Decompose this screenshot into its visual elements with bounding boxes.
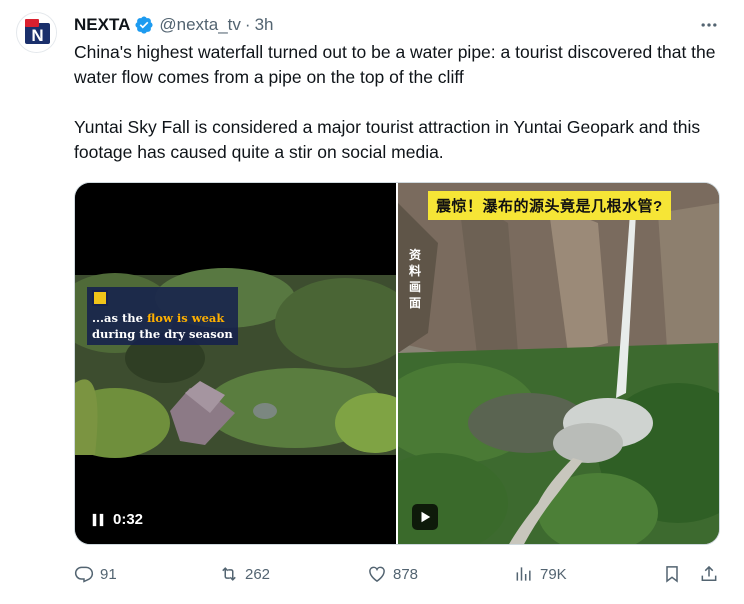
video-left[interactable]: ...as the flow is weak during the dry se… (75, 183, 396, 544)
avatar-letter: N (31, 26, 43, 45)
repost-button[interactable]: 262 (219, 560, 270, 588)
separator-dot: · (244, 15, 251, 34)
video-duration: 0:32 (113, 511, 144, 528)
reply-icon (74, 566, 94, 583)
views-count: 79K (540, 565, 567, 583)
share-icon (701, 565, 717, 581)
nexta-logo-icon: N (17, 13, 56, 52)
repost-icon (222, 567, 236, 581)
caption-line-1-highlight: flow is weak (146, 311, 225, 325)
tweet-header: NEXTA @nexta_tv · 3h (74, 14, 273, 36)
like-count: 878 (393, 565, 419, 583)
play-button[interactable] (412, 504, 438, 530)
caption-logo-icon (92, 290, 108, 306)
verified-badge-icon[interactable] (134, 15, 154, 35)
reply-count: 91 (100, 565, 117, 583)
media-grid: ...as the flow is weak during the dry se… (74, 182, 720, 545)
bookmark-button[interactable] (662, 560, 682, 588)
views-button[interactable]: 79K (514, 560, 567, 588)
chinese-side-label: 资料画面 (408, 248, 421, 310)
timestamp[interactable]: 3h (255, 15, 274, 35)
more-options-button[interactable] (694, 10, 724, 40)
reply-button[interactable]: 91 (74, 560, 117, 588)
video-left-frame (75, 183, 396, 544)
tweet-paragraph-2: Yuntai Sky Fall is considered a major to… (74, 117, 701, 162)
analytics-icon (516, 567, 531, 581)
author-name[interactable]: NEXTA (74, 15, 130, 35)
share-button[interactable] (699, 560, 719, 588)
like-button[interactable]: 878 (367, 560, 418, 588)
video-caption: ...as the flow is weak during the dry se… (87, 287, 238, 345)
bookmark-icon (666, 566, 678, 583)
repost-count: 262 (245, 565, 271, 583)
video-controls: 0:32 (91, 511, 143, 528)
heart-icon (369, 566, 385, 582)
caption-line-1-prefix: ...as the (92, 311, 147, 325)
avatar[interactable]: N (16, 12, 57, 53)
caption-line-1: ...as the flow is weak (92, 310, 233, 326)
video-right-frame (398, 183, 719, 544)
play-icon (421, 511, 431, 523)
video-right[interactable]: 震惊！瀑布的源头竟是几根水管? 资料画面 (398, 183, 719, 544)
author-handle[interactable]: @nexta_tv (159, 15, 241, 35)
tweet-text: China's highest waterfall turned out to … (74, 40, 724, 165)
tweet-paragraph-1: China's highest waterfall turned out to … (74, 42, 716, 87)
more-horizontal-icon (701, 23, 717, 27)
caption-line-2: during the dry season (92, 327, 233, 341)
tweet-actions: 91 262 878 79K (74, 560, 724, 588)
pause-icon[interactable] (91, 513, 105, 527)
tweet: N NEXTA @nexta_tv · 3h China's highest w… (0, 0, 744, 604)
chinese-banner: 震惊！瀑布的源头竟是几根水管? (428, 191, 671, 220)
